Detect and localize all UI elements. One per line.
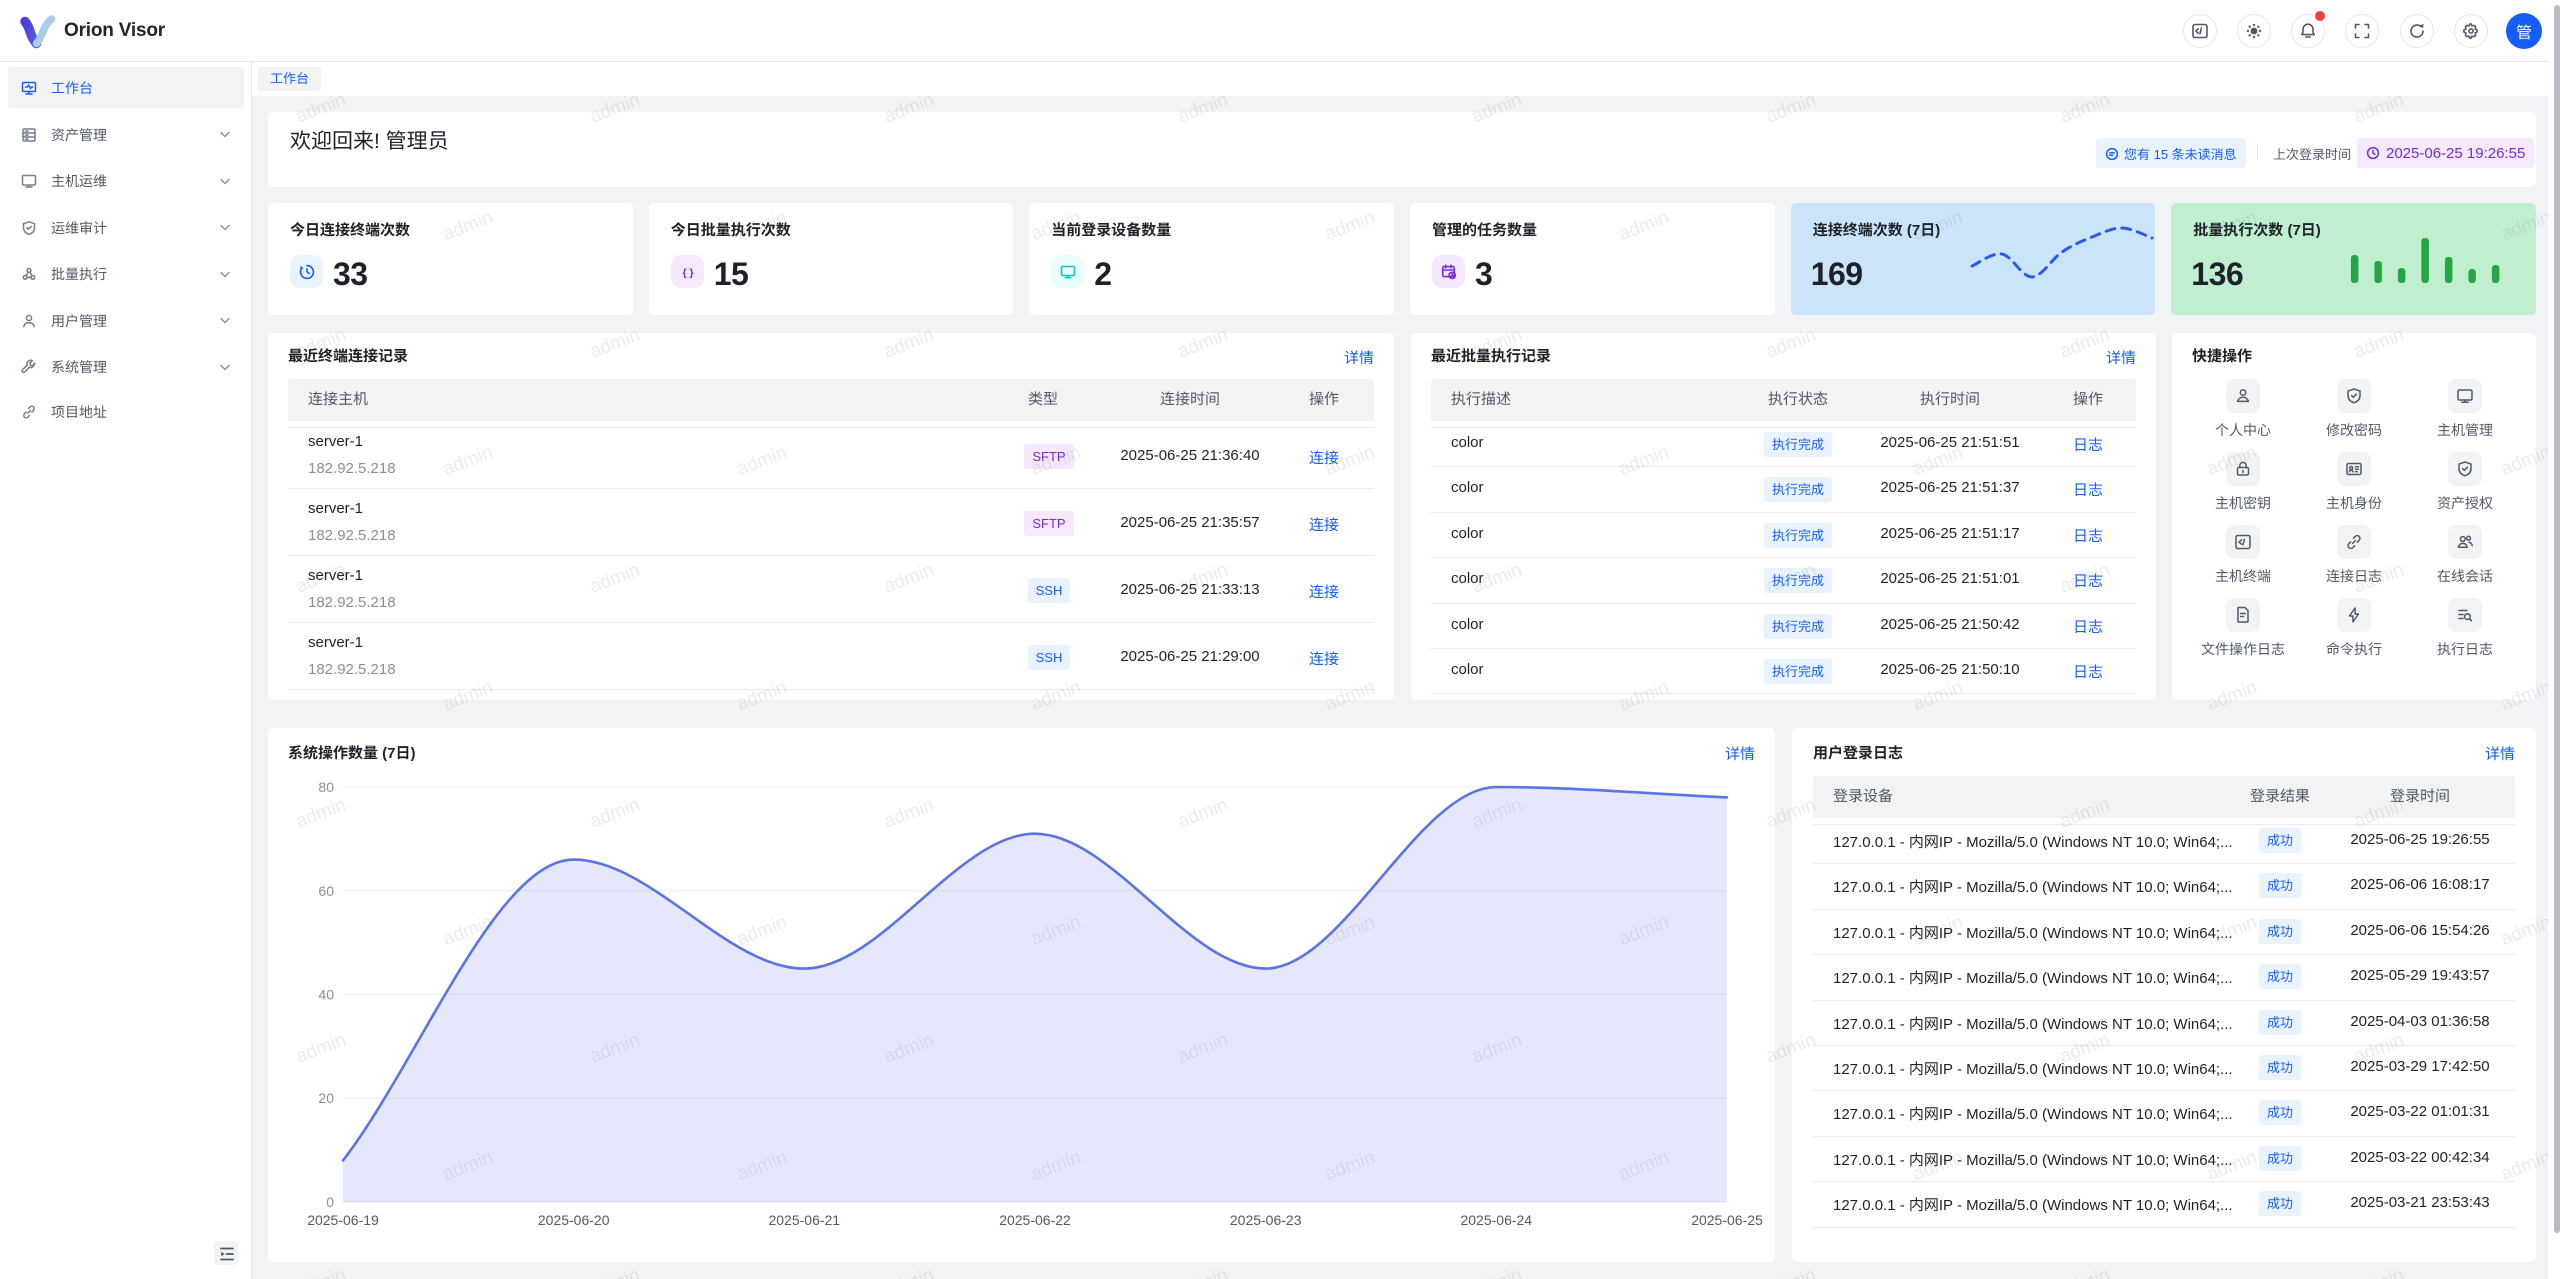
svg-text:40: 40 <box>318 987 334 1003</box>
svg-text:20: 20 <box>318 1090 334 1106</box>
svg-text:2025-06-23: 2025-06-23 <box>1230 1212 1302 1228</box>
svg-text:2025-06-25: 2025-06-25 <box>1691 1212 1763 1228</box>
svg-text:2025-06-24: 2025-06-24 <box>1460 1212 1532 1228</box>
svg-text:2025-06-19: 2025-06-19 <box>307 1212 379 1228</box>
svg-text:60: 60 <box>318 883 334 899</box>
svg-text:2025-06-22: 2025-06-22 <box>999 1212 1071 1228</box>
svg-text:{ }: { } <box>682 267 693 279</box>
svg-text:2025-06-21: 2025-06-21 <box>768 1212 840 1228</box>
svg-text:0: 0 <box>326 1194 334 1210</box>
svg-text:2025-06-20: 2025-06-20 <box>538 1212 610 1228</box>
svg-text:80: 80 <box>318 779 334 795</box>
